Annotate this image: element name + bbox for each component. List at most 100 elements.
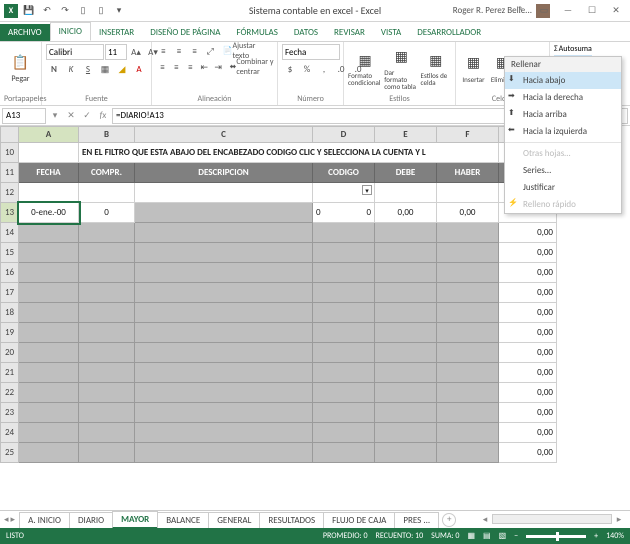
font-name-select[interactable]: Calibri — [46, 44, 104, 60]
fill-justify-item[interactable]: Justificar — [505, 179, 621, 196]
minimize-icon[interactable]: — — [556, 1, 580, 21]
enter-icon[interactable]: ✓ — [80, 109, 94, 123]
row-header[interactable]: 21 — [1, 363, 19, 383]
qat-btn[interactable]: ▯ — [94, 4, 108, 18]
autosum-icon[interactable]: Σ — [554, 44, 558, 54]
fill-down-item[interactable]: ⬇Hacia abajo — [505, 72, 621, 89]
qat-btn[interactable]: ▯ — [76, 4, 90, 18]
scroll-track[interactable] — [492, 514, 612, 524]
format-table-button[interactable]: ▦Dar formato como tabla — [384, 44, 418, 92]
qat-more-icon[interactable]: ▾ — [112, 4, 126, 18]
add-sheet-button[interactable]: + — [442, 513, 456, 527]
row-header[interactable]: 18 — [1, 303, 19, 323]
fill-right-item[interactable]: ➡Hacia la derecha — [505, 89, 621, 106]
bold-button[interactable]: N — [46, 62, 62, 76]
view-normal-icon[interactable]: ▦ — [467, 531, 475, 541]
sheet-tab[interactable]: GENERAL — [208, 512, 260, 528]
undo-icon[interactable]: ↶ — [40, 4, 54, 18]
row-header[interactable]: 17 — [1, 283, 19, 303]
row-header[interactable]: 19 — [1, 323, 19, 343]
row-header[interactable]: 15 — [1, 243, 19, 263]
sheet-tab[interactable]: A. INICIO — [19, 512, 70, 528]
row-header[interactable]: 14 — [1, 223, 19, 243]
sheet-tab[interactable]: BALANCE — [157, 512, 209, 528]
view-break-icon[interactable]: ▧ — [499, 531, 507, 541]
row-header[interactable]: 10 — [1, 143, 19, 163]
horizontal-scroll[interactable]: ◂ ▸ — [456, 514, 630, 525]
italic-button[interactable]: K — [63, 62, 79, 76]
name-box[interactable]: A13 — [2, 108, 46, 124]
sheet-tab[interactable]: RESULTADOS — [259, 512, 324, 528]
cell-styles-button[interactable]: ▦Estilos de celda — [421, 44, 451, 92]
zoom-out-icon[interactable]: − — [514, 531, 518, 541]
close-icon[interactable]: ✕ — [604, 1, 628, 21]
tab-page-layout[interactable]: DISEÑO DE PÁGINA — [142, 24, 228, 41]
sheet-tab[interactable]: DIARIO — [69, 512, 113, 528]
row-header[interactable]: 13 — [1, 203, 19, 223]
col-header[interactable]: A — [19, 127, 79, 143]
active-cell[interactable]: 0-ene.-00 — [19, 203, 79, 223]
fx-icon[interactable]: fx — [96, 109, 110, 123]
comma-icon[interactable]: , — [316, 62, 332, 76]
filter-dropdown-icon[interactable]: ▾ — [362, 185, 372, 195]
row-header[interactable]: 11 — [1, 163, 19, 183]
indent-inc-icon[interactable]: ⇥ — [212, 60, 225, 74]
col-header[interactable]: B — [79, 127, 135, 143]
tab-review[interactable]: REVISAR — [326, 24, 373, 41]
align-top-icon[interactable]: ≡ — [156, 44, 171, 58]
align-left-icon[interactable]: ≡ — [156, 60, 169, 74]
paste-button[interactable]: 📋 Pegar — [4, 44, 37, 92]
ribbon-collapse-icon[interactable]: ▭ — [532, 1, 556, 21]
conditional-format-button[interactable]: ▦Formato condicional — [348, 44, 382, 92]
tab-file[interactable]: ARCHIVO — [0, 24, 50, 41]
align-center-icon[interactable]: ≡ — [170, 60, 183, 74]
tab-insert[interactable]: INSERTAR — [91, 24, 142, 41]
orientation-icon[interactable]: ⤢ — [203, 44, 218, 58]
maximize-icon[interactable]: ☐ — [580, 1, 604, 21]
col-header[interactable]: D — [313, 127, 375, 143]
tab-formulas[interactable]: FÓRMULAS — [228, 24, 286, 41]
font-size-select[interactable]: 11 — [105, 44, 127, 60]
name-dropdown-icon[interactable]: ▾ — [48, 109, 62, 123]
tab-view[interactable]: VISTA — [373, 24, 409, 41]
align-middle-icon[interactable]: ≡ — [172, 44, 187, 58]
border-button[interactable]: ▦ — [97, 62, 113, 76]
zoom-level[interactable]: 140% — [606, 531, 624, 541]
sheet-tab[interactable]: PRES ... — [394, 512, 439, 528]
row-header[interactable]: 22 — [1, 383, 19, 403]
wrap-text-button[interactable]: 📄 Ajustar texto — [219, 44, 273, 58]
help-icon[interactable]: ? — [508, 1, 532, 21]
col-header[interactable]: C — [135, 127, 313, 143]
row-header[interactable]: 20 — [1, 343, 19, 363]
align-right-icon[interactable]: ≡ — [184, 60, 197, 74]
col-header[interactable]: F — [437, 127, 499, 143]
insert-cells-button[interactable]: ▦Insertar — [460, 44, 487, 92]
row-header[interactable]: 24 — [1, 423, 19, 443]
row-header[interactable]: 25 — [1, 443, 19, 463]
zoom-in-icon[interactable]: + — [594, 531, 598, 541]
row-header[interactable]: 12 — [1, 183, 19, 203]
currency-icon[interactable]: $ — [282, 62, 298, 76]
indent-dec-icon[interactable]: ⇤ — [198, 60, 211, 74]
row-header[interactable]: 23 — [1, 403, 19, 423]
underline-button[interactable]: S — [80, 62, 96, 76]
increase-font-icon[interactable]: A▴ — [128, 45, 144, 59]
view-page-icon[interactable]: ▤ — [483, 531, 491, 541]
fill-color-button[interactable]: ◢ — [114, 62, 130, 76]
percent-icon[interactable]: % — [299, 62, 315, 76]
fill-up-item[interactable]: ⬆Hacia arriba — [505, 106, 621, 123]
tab-developer[interactable]: DESARROLLADOR — [409, 24, 489, 41]
scroll-left-icon[interactable]: ◂ — [478, 514, 492, 525]
number-format-select[interactable]: Fecha — [282, 44, 340, 60]
scroll-right-icon[interactable]: ▸ — [612, 514, 626, 525]
align-bottom-icon[interactable]: ≡ — [187, 44, 202, 58]
zoom-slider[interactable] — [526, 535, 586, 538]
font-color-button[interactable]: A — [131, 62, 147, 76]
sheet-tab[interactable]: FLUJO DE CAJA — [323, 512, 395, 528]
fill-series-item[interactable]: Series… — [505, 162, 621, 179]
sheet-nav[interactable]: ◂ ▸ — [0, 514, 19, 525]
col-header[interactable]: E — [375, 127, 437, 143]
row-header[interactable]: 16 — [1, 263, 19, 283]
cancel-icon[interactable]: ✕ — [64, 109, 78, 123]
tab-data[interactable]: DATOS — [286, 24, 326, 41]
